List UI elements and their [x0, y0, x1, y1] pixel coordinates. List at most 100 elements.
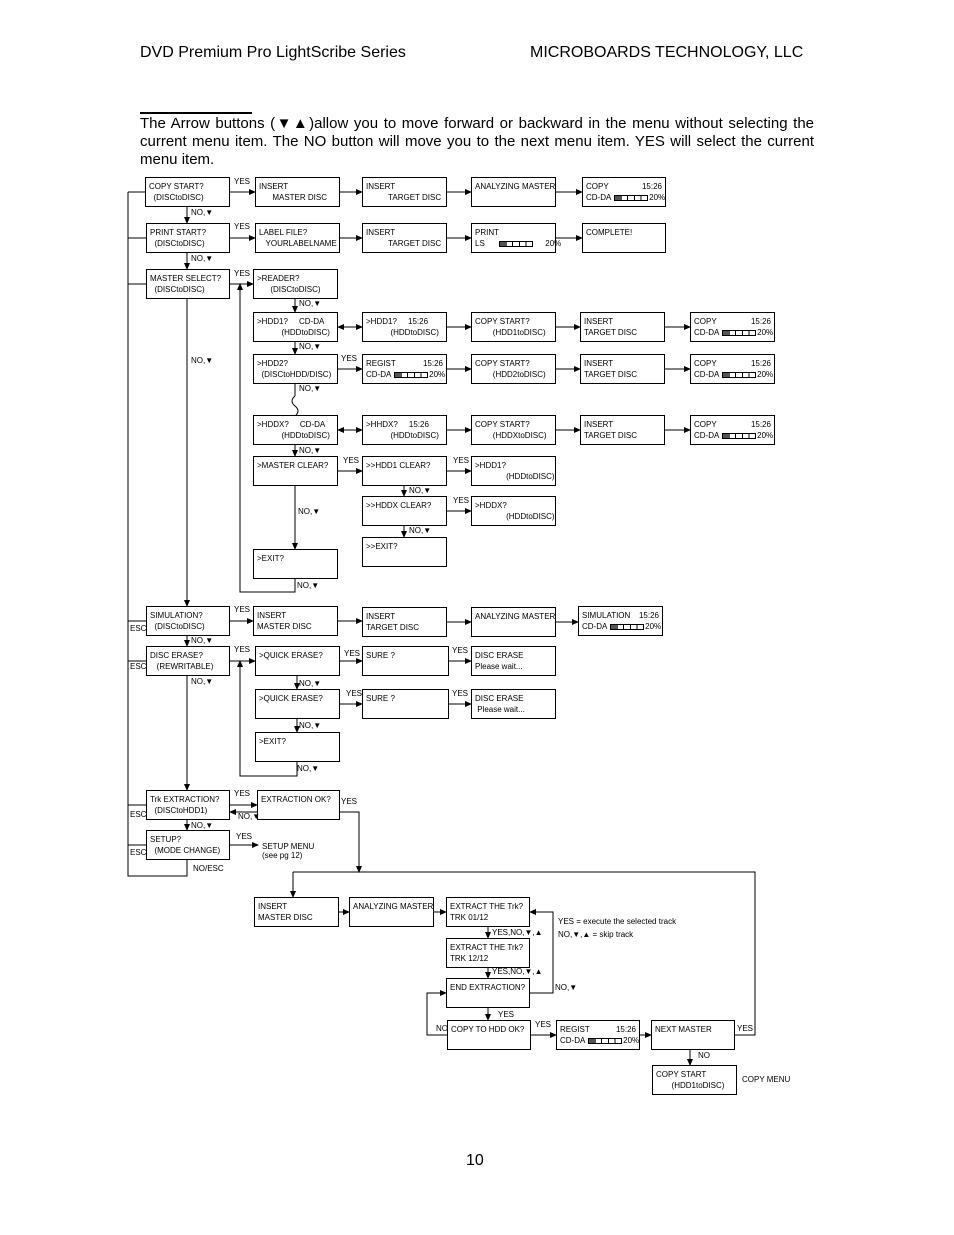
- label-no-down: NO,▼: [299, 446, 322, 455]
- screen-line-1: INSERT: [584, 359, 614, 368]
- screen-line-2: (DISCtoHDD1): [150, 806, 208, 815]
- screen-line-1: COPY: [694, 420, 717, 429]
- menu-screen-hdd1-time: >HDD1? 15:26 (HDDtoDISC): [362, 312, 447, 342]
- menu-screen-hddx-clear: >>HDDX CLEAR?: [362, 496, 447, 526]
- menu-screen-copy-start: COPY START? (DISCtoDISC): [145, 177, 230, 207]
- connector-arrow: [529, 909, 554, 994]
- menu-screen-sim-analyzing: ANALYZING MASTER: [471, 607, 556, 637]
- screen-time: 15:26: [422, 359, 443, 368]
- screen-line-2: TARGET DISC: [366, 623, 420, 632]
- screen-line-2: TARGET DISC: [584, 328, 638, 337]
- screen-time: 15:26: [750, 420, 771, 429]
- screen-line-1: DISC ERASE?: [150, 651, 203, 660]
- screen-line-2: CD-DA: [694, 328, 719, 337]
- screen-line-1: INSERT: [258, 902, 288, 911]
- screen-line-2: (HDD1toDISC): [656, 1081, 725, 1090]
- screen-line-1: >>HDD1 CLEAR?: [366, 461, 431, 470]
- label-no-down: NO,▼: [299, 679, 322, 688]
- screen-line-1: INSERT: [584, 420, 614, 429]
- screen-line-1: >EXIT?: [259, 737, 286, 746]
- menu-screen-simulation: SIMULATION? (DISCtoDISC): [146, 606, 230, 636]
- screen-line-2: CD-DA: [694, 431, 719, 440]
- menu-screen-hddx-insert: INSERT TARGET DISC: [580, 415, 665, 445]
- menu-screen-hdd2-copy-start: COPY START? (HDD2toDISC): [471, 354, 556, 384]
- menu-screen-extract-12: EXTRACT THE Trk? TRK 12/12: [446, 938, 530, 968]
- legend-yes: YES = execute the selected track: [558, 917, 677, 926]
- screen-line-2: TARGET DISC: [366, 193, 442, 202]
- menu-screen-hdd2-copy: COPY 15:26 CD-DA 20%: [690, 354, 775, 384]
- progress-bar: [499, 240, 534, 247]
- label-no: NO: [698, 1051, 710, 1060]
- label-yes: YES: [234, 645, 251, 654]
- screen-line-1: SETUP?: [150, 835, 182, 844]
- menu-screen-hddx-copy: COPY 15:26 CD-DA 20%: [690, 415, 775, 445]
- screen-line-2: CD-DA: [560, 1036, 585, 1045]
- menu-screen-erase-wait-1: DISC ERASE Please wait...: [471, 646, 556, 676]
- menu-screen-sim-insert-master: INSERT MASTER DISC: [253, 606, 338, 636]
- screen-line-1: DISC ERASE: [475, 694, 524, 703]
- menu-screen-hddx-copy-start: COPY START? (HDDXtoDISC): [471, 415, 556, 445]
- screen-line-1: >HDD2?: [257, 359, 288, 368]
- label-yes: YES: [344, 649, 361, 658]
- legend-no: NO,▼,▲ = skip track: [558, 930, 634, 939]
- label-no-down: NO,▼: [191, 208, 214, 217]
- screen-line-1: COPY START?: [149, 182, 204, 191]
- screen-line-1: INSERT: [366, 228, 396, 237]
- screen-line-1: EXTRACT THE Trk?: [450, 943, 524, 952]
- screen-line-1: SIMULATION?: [150, 611, 203, 620]
- screen-line-1: >READER?: [257, 274, 300, 283]
- label-no-down: NO,▼: [555, 983, 578, 992]
- progress-bar: [394, 371, 429, 378]
- screen-line-1: COPY: [694, 359, 717, 368]
- menu-screen-extract-01: EXTRACT THE Trk? TRK 01/12: [446, 897, 530, 927]
- menu-screen-reader: >READER? (DISCtoDISC): [253, 269, 338, 299]
- screen-line-1: INSERT: [584, 317, 614, 326]
- page-number: 10: [466, 1152, 484, 1169]
- screen-line-1: SIMULATION: [582, 611, 631, 620]
- screen-line-2: TRK 12/12: [450, 954, 489, 963]
- screen-line-2: TARGET DISC: [584, 370, 638, 379]
- label-no-down: NO,▼: [299, 721, 322, 730]
- label-yes: YES: [737, 1024, 754, 1033]
- screen-line-1: SURE ?: [366, 651, 395, 660]
- label-esc: ESC: [130, 848, 147, 857]
- menu-screen-sure-1: SURE ?: [362, 646, 449, 676]
- screen-line-2: (DISCtoDISC): [149, 193, 204, 202]
- screen-line-1: EXTRACTION OK?: [261, 795, 331, 804]
- screen-time: 15:26: [750, 359, 771, 368]
- progress-percent: 20%: [429, 370, 446, 379]
- screen-line-2: (HDDtoDISC): [257, 431, 330, 440]
- screen-line-2: TARGET DISC: [584, 431, 638, 440]
- screen-line-1: INSERT: [366, 182, 396, 191]
- screen-line-2: (DISCtoDISC): [257, 285, 321, 294]
- screen-line-2: YOURLABELNAME: [259, 239, 337, 248]
- screen-line-2: (HDD2toDISC): [475, 370, 546, 379]
- label-yes: YES: [452, 689, 469, 698]
- screen-line-2: (HDDtoDISC): [475, 512, 555, 521]
- screen-line-1: >EXIT?: [257, 554, 284, 563]
- screen-line-1: LABEL FILE?: [259, 228, 308, 237]
- label-yes: YES: [341, 354, 358, 363]
- menu-screen-hdd2-insert: INSERT TARGET DISC: [580, 354, 665, 384]
- screen-line-1: INSERT: [366, 612, 396, 621]
- screen-line-1: EXTRACT THE Trk?: [450, 902, 524, 911]
- label-no-down: NO,▼: [409, 486, 432, 495]
- setup-menu-ref: (see pg 12): [262, 851, 303, 860]
- label-no-down: NO,▼: [191, 636, 214, 645]
- progress-percent: 20%: [623, 1036, 640, 1045]
- label-yes: YES: [341, 797, 358, 806]
- menu-screen-cs-analyzing: ANALYZING MASTER: [471, 177, 556, 207]
- progress-percent: 20%: [534, 239, 562, 248]
- label-no-down: NO,▼: [238, 812, 261, 821]
- menu-screen-copy-to-hdd: COPY TO HDD OK?: [447, 1020, 531, 1050]
- label-yes: YES: [236, 832, 253, 841]
- screen-line-1: DISC ERASE: [475, 651, 524, 660]
- menu-screen-master-clear: >MASTER CLEAR?: [253, 456, 338, 486]
- label-no-down: NO,▼: [191, 677, 214, 686]
- screen-line-2: (HDDXtoDISC): [475, 431, 547, 440]
- label-esc: ESC: [130, 624, 147, 633]
- label-esc: ESC: [130, 662, 147, 671]
- screen-line-1: ANALYZING MASTER: [475, 182, 556, 191]
- screen-line-2: (REWRITABLE): [150, 662, 214, 671]
- menu-screen-copy-start-hdd1: COPY START (HDD1toDISC): [652, 1065, 737, 1095]
